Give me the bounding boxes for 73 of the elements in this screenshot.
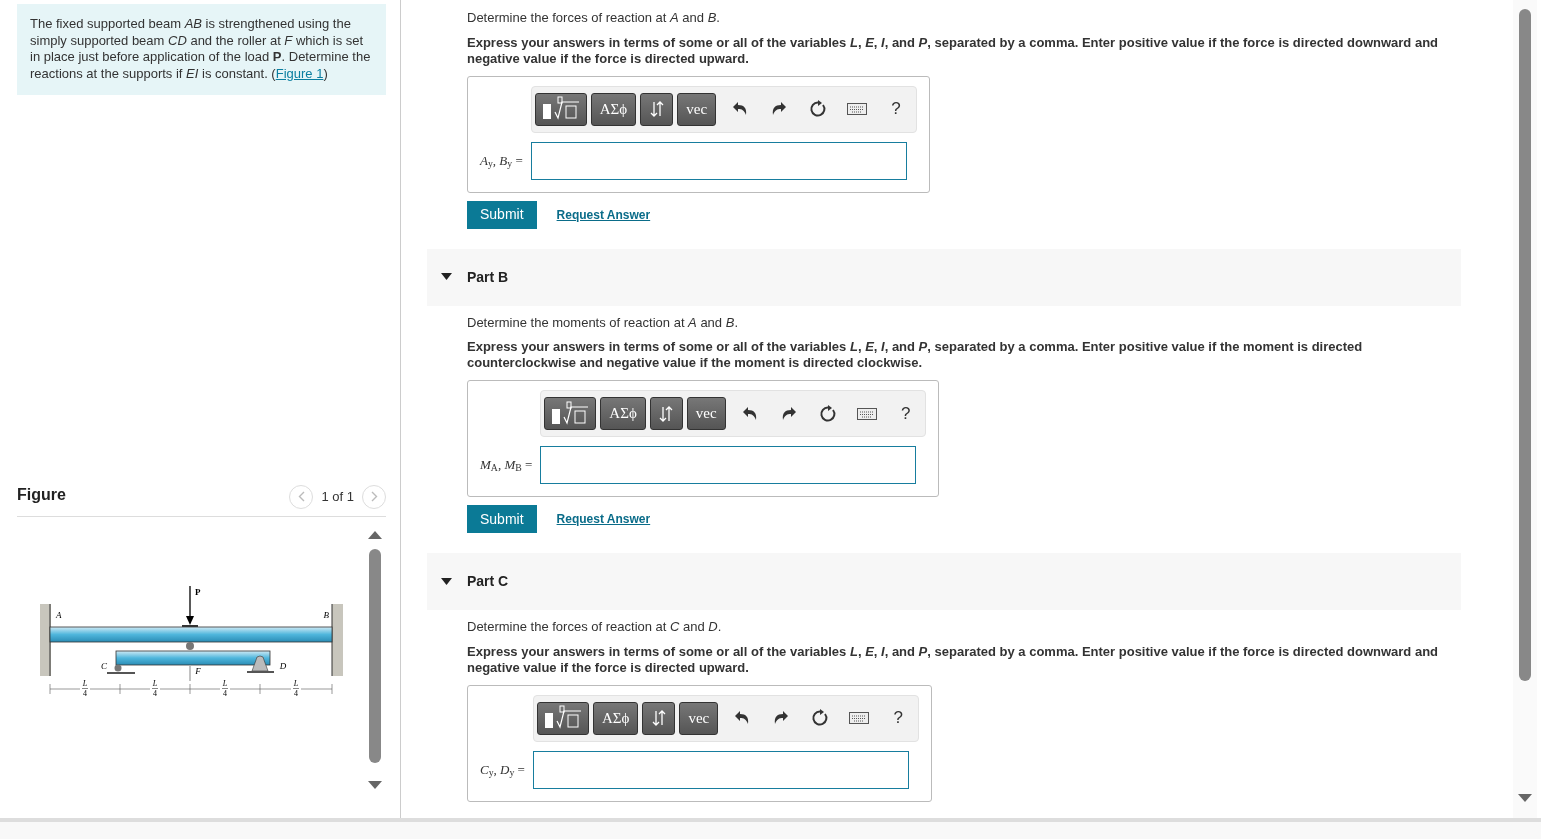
symbol-button[interactable]: vec xyxy=(679,701,719,735)
load-label: P xyxy=(194,586,200,597)
question-prompt: Determine the forces of reaction at A and B. xyxy=(467,9,721,27)
answer-instructions: Express your answers in terms of some or all of the variables L, E, I, and P, separated by a comma. Enter positive value if the force is directed downward and negative value if the force is directed upward. xyxy=(467,34,1440,67)
part-header[interactable]: Part B xyxy=(427,248,1461,306)
arrows-button[interactable] xyxy=(649,397,683,430)
answer-label: M$_{A}$, M$_{B}$ = xyxy=(480,456,533,475)
undo-icon xyxy=(732,102,749,116)
keyboard-icon xyxy=(847,103,868,115)
answer-field[interactable] xyxy=(532,750,909,789)
dimension-label: L 4 xyxy=(79,677,90,698)
request-answer-link[interactable]: Request Answer xyxy=(556,205,651,224)
answer-instructions: Express your answers in terms of some or all of the variables L, E, I, and P, separated by a comma. Enter positive value if the moment is directed counterclockwise and negative value if the moment is directed clockwise. xyxy=(467,339,1364,371)
chevron-right-icon xyxy=(370,491,378,502)
templates-button[interactable] xyxy=(536,701,589,735)
point-label: F xyxy=(194,665,201,676)
scroll-down-arrow-icon[interactable] xyxy=(1518,793,1532,803)
answer-field[interactable] xyxy=(530,141,907,180)
redo-icon xyxy=(771,102,788,116)
question-prompt: Determine the moments of reaction at A and B. xyxy=(467,313,739,332)
keyboard-icon xyxy=(849,712,870,724)
redo-icon xyxy=(773,711,790,725)
up-down-arrows-icon xyxy=(659,405,674,422)
scroll-down-arrow-icon[interactable] xyxy=(368,780,382,790)
dimension-label: L 4 xyxy=(219,677,230,698)
point-label: D xyxy=(279,660,286,671)
point-label: A xyxy=(55,609,61,620)
part-title: Part B xyxy=(467,267,509,287)
arrows-button[interactable] xyxy=(642,701,676,735)
templates-button[interactable] xyxy=(534,92,587,126)
figure-link[interactable]: Figure 1 xyxy=(275,65,324,81)
symbol-button[interactable]: vec xyxy=(686,397,726,430)
up-down-arrows-icon xyxy=(649,101,664,117)
undo-icon xyxy=(741,406,758,421)
answer-instructions: Express your answers in terms of some or all of the variables L, E, I, and P, separated by a comma. Enter positive value if the force is directed downward and negative value if the force is directed upward. xyxy=(467,643,1440,676)
symbol-button[interactable]: vec xyxy=(677,92,717,126)
symbol-button[interactable]: ΑΣϕ xyxy=(590,92,637,126)
page-counter: 1 of 1 xyxy=(321,487,354,506)
symbol-button[interactable]: ΑΣϕ xyxy=(600,397,646,430)
arrows-button[interactable] xyxy=(640,92,674,126)
keyboard-icon xyxy=(856,407,877,420)
part-header[interactable]: Part C xyxy=(427,553,1461,610)
reset-icon xyxy=(818,404,837,423)
symbol-button[interactable]: ΑΣϕ xyxy=(592,701,639,735)
answer-field[interactable] xyxy=(540,446,917,484)
undo-icon xyxy=(734,711,751,725)
submit-button[interactable]: Submit xyxy=(467,200,537,229)
templates-button[interactable] xyxy=(544,397,597,430)
root-template-icon xyxy=(550,400,591,427)
root-template-icon xyxy=(542,705,583,731)
request-answer-link[interactable]: Request Answer xyxy=(556,510,651,528)
chevron-left-icon xyxy=(297,491,305,502)
scroll-up-arrow-icon[interactable] xyxy=(368,529,382,539)
up-down-arrows-icon xyxy=(651,710,666,726)
page-scrollbar[interactable] xyxy=(1513,0,1537,818)
answer-label: C$_{y}$, D$_{y}$ = xyxy=(480,760,525,780)
reset-icon xyxy=(811,709,830,727)
point-label: C xyxy=(100,660,107,671)
submit-button[interactable]: Submit xyxy=(467,505,537,533)
figure-title: Figure xyxy=(17,484,67,505)
help-button[interactable]: ? xyxy=(890,398,921,429)
part-title: Part C xyxy=(467,572,509,591)
question-prompt: Determine the forces of reaction at C and D. xyxy=(467,618,723,636)
reset-icon xyxy=(809,100,828,118)
answer-label: A$_{y}$, B$_{y}$ = xyxy=(480,151,523,171)
root-template-icon xyxy=(540,96,581,122)
help-button[interactable]: ? xyxy=(883,703,914,733)
dimension-label: L 4 xyxy=(290,677,301,698)
redo-icon xyxy=(780,406,797,421)
point-label: B xyxy=(323,609,329,620)
problem-statement: The fixed supported beam AB is strengthened using the simply supported beam CD and the roller at F which is set in place just before application of the load P. Determine the reactions at the supports if EI is constant. (Figure 1) xyxy=(17,4,386,95)
help-button[interactable]: ? xyxy=(881,94,912,124)
dimension-label: L 4 xyxy=(149,677,160,698)
